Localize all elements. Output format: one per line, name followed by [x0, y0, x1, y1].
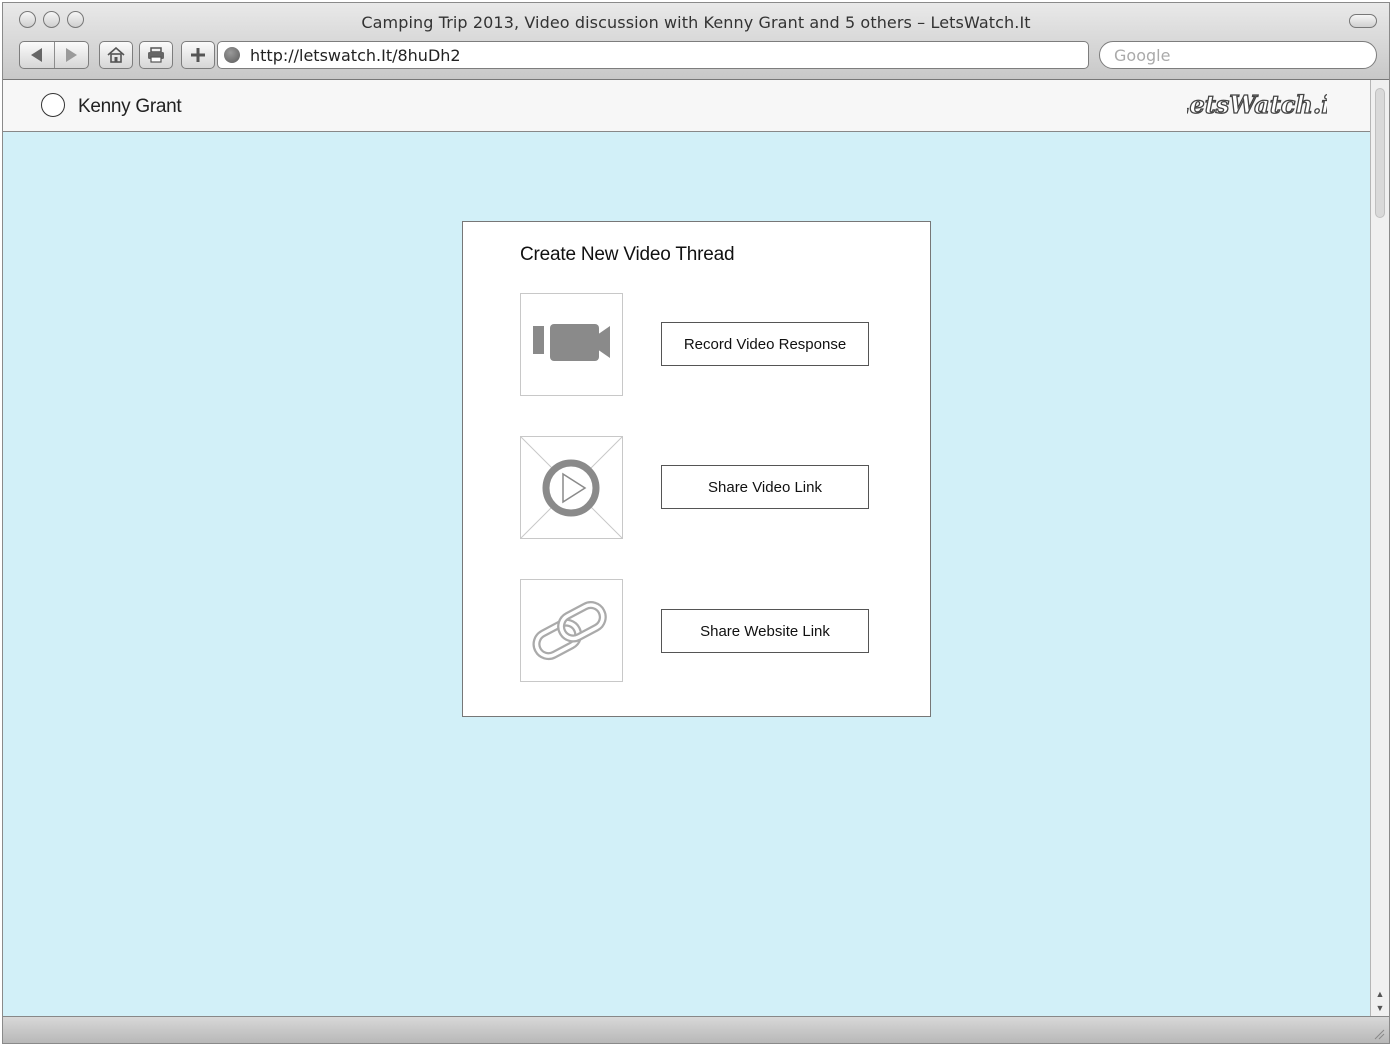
video-camera-icon — [533, 324, 610, 361]
window-title: Camping Trip 2013, Video discussion with… — [361, 13, 1031, 32]
video-camera-thumbnail — [520, 293, 623, 396]
forward-button[interactable] — [53, 42, 89, 68]
url-text: http://letswatch.It/8huDh2 — [250, 45, 461, 65]
resize-grip-icon[interactable] — [1373, 1028, 1385, 1040]
record-video-response-button[interactable]: Record Video Response — [661, 322, 869, 366]
vertical-scrollbar[interactable]: ▲ ▼ — [1370, 80, 1389, 1017]
back-forward-group — [19, 41, 89, 69]
browser-window: Camping Trip 2013, Video discussion with… — [2, 2, 1390, 1044]
print-button[interactable] — [139, 41, 173, 69]
dialog-title: Create New Video Thread — [520, 244, 735, 265]
create-thread-dialog: Create New Video Thread Record Video Res… — [462, 221, 931, 717]
user-name[interactable]: Kenny Grant — [78, 96, 182, 118]
back-arrow-icon — [30, 48, 42, 62]
letswatch-logo[interactable]: LetsWatch.it — [1187, 88, 1327, 122]
home-button[interactable] — [99, 41, 133, 69]
globe-icon — [224, 47, 240, 63]
share-video-link-button[interactable]: Share Video Link — [661, 465, 869, 509]
link-chain-icon — [532, 601, 607, 661]
back-button[interactable] — [20, 42, 54, 68]
address-bar[interactable]: http://letswatch.It/8huDh2 — [217, 41, 1089, 69]
site-header: Kenny Grant LetsWatch.it — [3, 80, 1371, 132]
search-placeholder: Google — [1114, 45, 1171, 65]
scrollbar-thumb[interactable] — [1375, 88, 1385, 218]
add-bookmark-button[interactable] — [181, 41, 215, 69]
status-bar — [3, 1016, 1389, 1043]
scroll-down-arrow[interactable]: ▼ — [1371, 1001, 1389, 1015]
video-play-placeholder-icon — [520, 436, 623, 539]
toolbar-toggle-button[interactable] — [1349, 14, 1377, 28]
logo-text: LetsWatch.it — [1187, 90, 1327, 119]
scroll-up-arrow[interactable]: ▲ — [1371, 987, 1389, 1001]
browser-chrome: Camping Trip 2013, Video discussion with… — [3, 3, 1389, 80]
home-icon — [107, 47, 125, 63]
link-thumbnail — [520, 579, 623, 682]
printer-icon — [148, 47, 164, 63]
avatar[interactable] — [41, 93, 65, 117]
forward-arrow-icon — [66, 48, 78, 62]
plus-icon — [191, 48, 205, 62]
search-field[interactable]: Google — [1099, 41, 1377, 69]
video-placeholder-thumbnail — [520, 436, 623, 539]
share-website-link-button[interactable]: Share Website Link — [661, 609, 869, 653]
